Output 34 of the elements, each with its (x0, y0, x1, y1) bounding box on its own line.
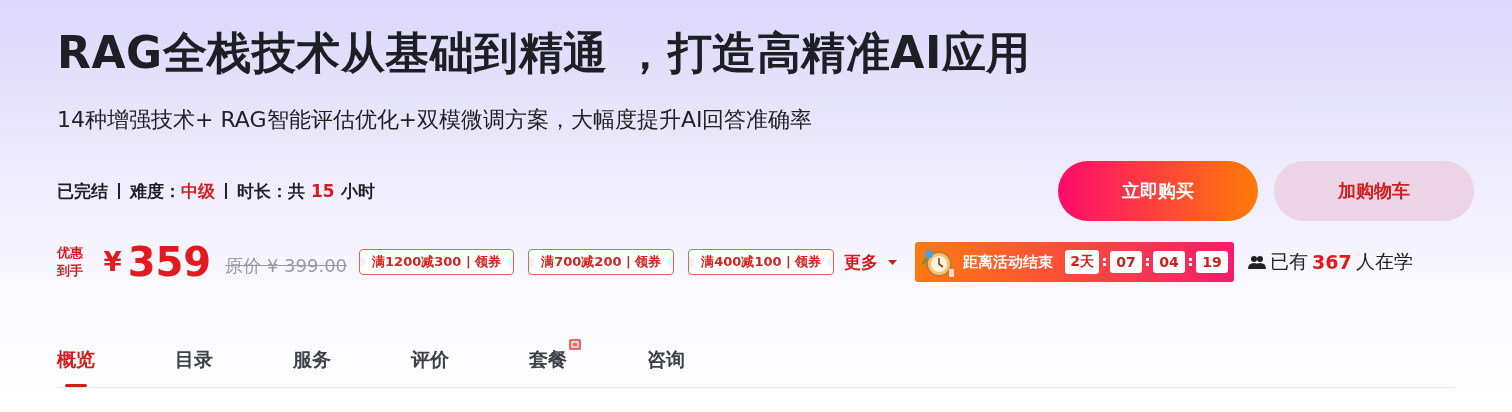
learners-label: 人在学 (1355, 249, 1413, 274)
coupon-button[interactable]: 满400减100 | 领券 (688, 249, 835, 275)
price-value: 359 (127, 239, 212, 285)
countdown-number: 07 (1110, 251, 1143, 273)
duration-value: 15 (311, 181, 335, 201)
nav-tab[interactable]: 套餐 (529, 347, 567, 387)
caret-icon[interactable] (888, 259, 898, 265)
buy-button[interactable]: 立即购买 (1058, 161, 1258, 221)
more-link[interactable]: 更多 (844, 250, 879, 274)
currency-sign: ¥ (103, 247, 122, 277)
nav-tab[interactable]: 概览 (57, 347, 95, 387)
duration-unit: 小时 (340, 179, 375, 203)
course-subtitle: 14种增强技术+ RAG智能评估优化+双模微调方案，大幅度提升AI回答准确率 (57, 106, 814, 134)
course-status: 已完结 (57, 179, 108, 203)
nav-tab[interactable]: 评价 (411, 347, 449, 387)
original-price: 原价 ¥ 399.00 (225, 254, 348, 278)
nav-tab[interactable]: 目录 (175, 347, 213, 387)
countdown-label: 距离活动结束 (963, 252, 1054, 272)
duration-label: 时长：共 (237, 179, 305, 203)
learner-count: 367 (1312, 251, 1352, 273)
cart-button[interactable]: 加购物车 (1274, 161, 1474, 221)
difficulty-value: 中级 (181, 179, 215, 203)
countdown-number: 19 (1196, 251, 1229, 273)
price-label: 优惠到手 (57, 244, 84, 280)
coupon-button[interactable]: 满700减200 | 领券 (528, 249, 675, 275)
people-icon (1248, 255, 1267, 269)
coupon-button[interactable]: 满1200减300 | 领券 (359, 249, 515, 275)
countdown-number: 04 (1153, 251, 1186, 273)
learners-label: 已有 (1270, 249, 1309, 274)
nav-tab[interactable]: 咨询 (647, 347, 685, 387)
difficulty-label: 难度： (130, 179, 181, 203)
course-title: RAG全栈技术从基础到精通 ，打造高精准AI应用 (57, 26, 1032, 80)
nav-tab[interactable]: 服务 (293, 347, 331, 387)
countdown-number: 2天 (1065, 250, 1100, 274)
